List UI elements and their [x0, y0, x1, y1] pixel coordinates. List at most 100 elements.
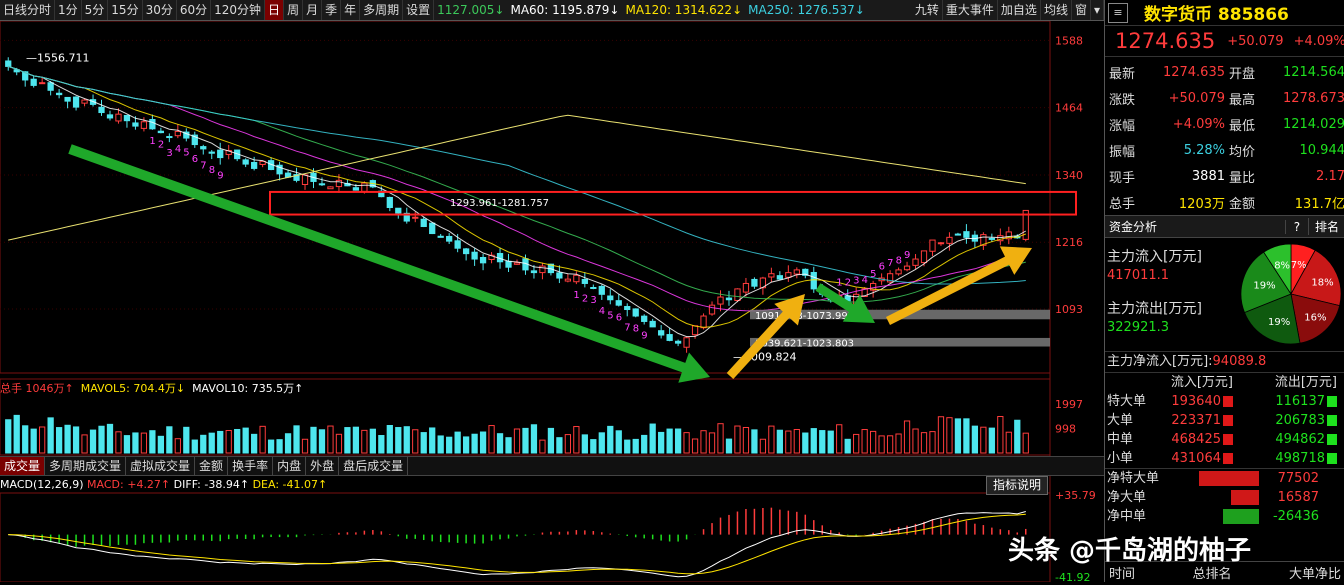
candle-body	[963, 231, 970, 238]
period-tab-13[interactable]: 设置	[403, 0, 435, 20]
toolbar-right-1[interactable]: 重大事件	[943, 0, 998, 20]
toolbar-right-3[interactable]: 均线	[1041, 0, 1072, 20]
quote-stats: 最新 1274.635 开盘 1214.564 涨跌 +50.079 最高 1278.673 涨…	[1105, 57, 1344, 215]
volume-tab-5[interactable]: 内盘	[273, 457, 307, 475]
volume-bar	[259, 425, 266, 454]
candle-body	[412, 216, 419, 219]
footer-tab-2[interactable]: 大单净比	[1285, 563, 1344, 582]
volume-bar	[564, 434, 572, 454]
tab-rank[interactable]: 排名	[1307, 218, 1344, 235]
menu-icon[interactable]: ≡	[1108, 2, 1128, 23]
period-tab-8[interactable]: 周	[284, 0, 304, 20]
volume-bar	[539, 439, 546, 454]
period-tab-11[interactable]: 年	[341, 0, 361, 20]
chart-area[interactable]: 1588 1464 1340 1216 1093 —1556.711 —1009.824 12…	[0, 20, 1104, 584]
period-tab-4[interactable]: 30分	[143, 0, 177, 20]
period-tab-6[interactable]: 120分钟	[211, 0, 266, 20]
volume-bar	[242, 427, 249, 454]
net-row: 净特大单 77502	[1105, 469, 1344, 488]
candle-body	[717, 296, 724, 305]
net-inflow-label: 主力净流入[万元]:	[1107, 354, 1213, 369]
period-tab-12[interactable]: 多周期	[360, 0, 404, 20]
ma-value-1: MA60: 1195.879↓	[510, 3, 620, 17]
td-count-down: 5	[607, 310, 613, 321]
stat-value: 131.7亿	[1294, 196, 1344, 212]
inflow-value: 417011.1	[1107, 268, 1170, 283]
diff-value: DIFF: -38.94↑	[173, 478, 250, 491]
indicator-help-button[interactable]: 指标说明	[986, 476, 1048, 495]
tab-fund-analysis[interactable]: 资金分析	[1105, 218, 1161, 235]
td-count-up: 4	[862, 275, 868, 286]
volume-tab-3[interactable]: 金额	[195, 457, 229, 475]
period-tab-9[interactable]: 月	[303, 0, 323, 20]
period-tab-1[interactable]: 1分	[55, 0, 82, 20]
volume-bar	[895, 433, 902, 454]
candle-body	[776, 275, 783, 280]
volume-tab-4[interactable]: 换手率	[228, 457, 274, 475]
volume-bar	[64, 424, 71, 454]
candle-body	[471, 251, 478, 260]
volume-bar	[310, 426, 317, 454]
help-icon[interactable]: ?	[1284, 219, 1308, 234]
volume-tick-label: 1997	[1055, 398, 1083, 411]
toolbar-right-0[interactable]: 九转	[912, 0, 943, 20]
zone-label-1: 1091.568-1073.992	[755, 311, 854, 322]
period-tab-7[interactable]: 日	[265, 0, 285, 20]
period-tab-10[interactable]: 季	[322, 0, 342, 20]
volume-tab-7[interactable]: 盘后成交量	[339, 457, 409, 475]
volume-tab-6[interactable]: 外盘	[306, 457, 340, 475]
volume-bar	[420, 432, 427, 454]
chart-canvas[interactable]: 15881464134012161093—1556.711—1009.82412…	[0, 20, 1104, 584]
macd-value: MACD: +4.27↑	[87, 478, 171, 491]
net-row-track	[1179, 471, 1259, 486]
period-tab-2[interactable]: 5分	[82, 0, 109, 20]
stat-value: 1274.635	[1162, 64, 1225, 80]
volume-bar	[912, 428, 919, 454]
volume-bar	[344, 427, 351, 454]
volume-bar	[751, 429, 758, 454]
macd-tick-label: -41.92	[1055, 571, 1090, 582]
candle-body	[157, 130, 164, 134]
volume-tab-1[interactable]: 多周期成交量	[45, 457, 127, 475]
candle-body	[513, 262, 521, 265]
net-row-name: 净中单	[1107, 509, 1147, 524]
flow-out-header: 流出[万元]	[1274, 375, 1337, 390]
candle-body	[420, 218, 427, 227]
volume-tab-2[interactable]: 虚拟成交量	[126, 457, 196, 475]
candle-body	[149, 119, 156, 130]
candle-body	[674, 340, 682, 344]
candle-body	[564, 278, 572, 282]
candle-body	[895, 269, 902, 275]
toolbar-right-2[interactable]: 加自选	[998, 0, 1041, 20]
volume-bar	[590, 439, 597, 454]
volume-bar	[378, 435, 385, 454]
period-tab-5[interactable]: 60分	[177, 0, 212, 20]
td-count-down: 1	[573, 290, 579, 301]
candle-body	[395, 207, 402, 214]
chevron-down-icon[interactable]: ▾	[1091, 0, 1104, 20]
stat-value: 5.28%	[1183, 142, 1225, 158]
flow-in-value: 193640	[1171, 394, 1221, 409]
volume-tab-0[interactable]: 成交量	[0, 457, 46, 475]
candle-body	[920, 250, 928, 264]
volume-bar	[115, 431, 122, 454]
volume-bar	[191, 439, 198, 454]
toolbar-right-4[interactable]: 窗	[1072, 0, 1091, 20]
volume-bar	[479, 431, 487, 454]
flow-in-bar	[1223, 415, 1233, 426]
candle-body	[55, 92, 63, 96]
volume-bar	[598, 432, 605, 454]
pie-slice-label: 19%	[1253, 281, 1275, 292]
ma-value-3: MA250: 1276.537↓	[748, 3, 865, 17]
volume-bar	[106, 423, 114, 454]
instrument-title: 数字货币 885866	[1144, 5, 1289, 25]
period-tab-3[interactable]: 15分	[108, 0, 143, 20]
volume-bar	[234, 428, 241, 454]
stat-value: 1214.564	[1282, 64, 1344, 80]
toolbar-right: 九转 重大事件 加自选 均线窗 ▾	[911, 0, 1104, 20]
volume-bar	[1022, 432, 1029, 454]
td-count-up: 8	[896, 256, 902, 267]
ma-value-2: MA120: 1314.622↓	[625, 3, 743, 17]
volume-bar	[615, 430, 622, 454]
period-tab-0[interactable]: 日线分时	[0, 0, 56, 20]
